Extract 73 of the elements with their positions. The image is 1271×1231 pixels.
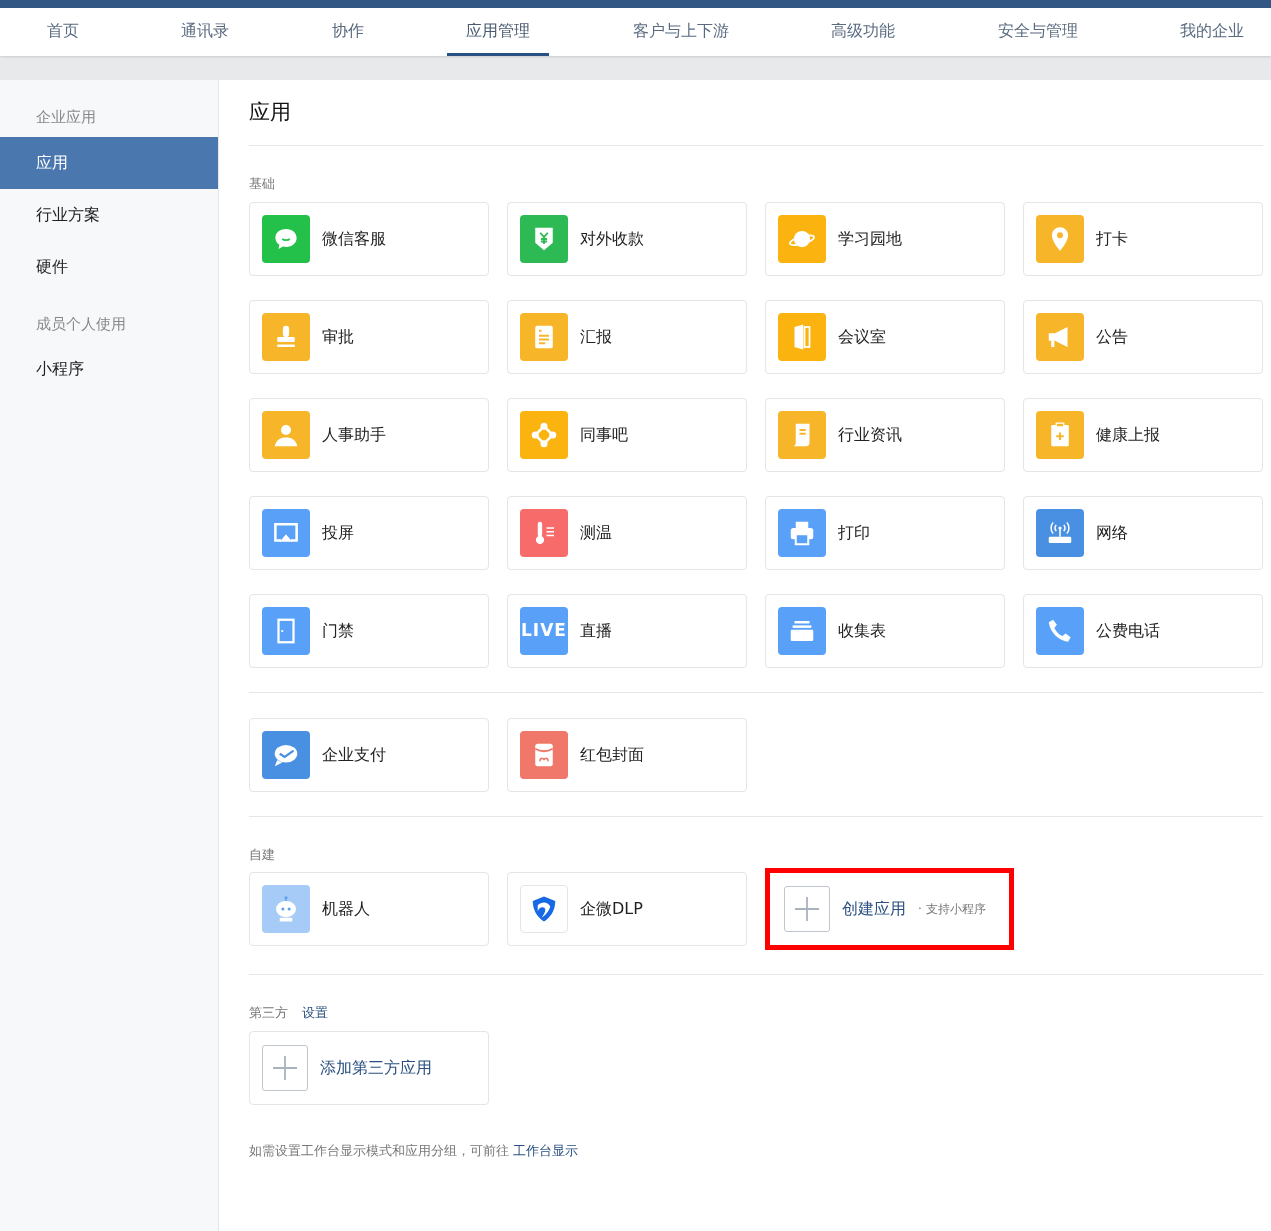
app-name: 网络 xyxy=(1096,521,1128,544)
app-name: 企业支付 xyxy=(322,743,386,766)
app-name: 收集表 xyxy=(838,619,886,642)
app-card[interactable]: 微信客服 xyxy=(249,201,489,276)
app-name: 直播 xyxy=(580,619,612,642)
nav-tab[interactable]: 首页 xyxy=(28,8,98,56)
app-name: 人事助手 xyxy=(322,423,386,446)
app-name: 微信客服 xyxy=(322,227,386,250)
settings-link[interactable]: 设置 xyxy=(302,1005,328,1021)
app-card[interactable]: 测温 xyxy=(507,495,747,570)
section-label: 自建 xyxy=(249,845,275,864)
app-card[interactable]: 打印 xyxy=(765,495,1005,570)
app-card[interactable]: 打卡 xyxy=(1023,201,1263,276)
sidebar-item[interactable]: 应用 xyxy=(0,136,218,189)
app-card[interactable]: 行业资讯 xyxy=(765,397,1005,472)
sidebar-heading: 企业应用 xyxy=(35,107,97,128)
app-card[interactable]: LIVE 直播 xyxy=(507,593,747,668)
live-icon: LIVE xyxy=(520,606,568,655)
sidebar-item[interactable]: 小程序 xyxy=(0,343,218,395)
footer-note: 如需设置工作台显示模式和应用分组，可前往 工作台显示 xyxy=(249,1141,580,1160)
section-label: 基础 xyxy=(249,175,275,194)
section-label: 第三方 xyxy=(249,1004,288,1023)
app-card[interactable]: 健康上报 xyxy=(1023,397,1263,472)
page-title: 应用 xyxy=(249,100,1263,147)
app-card[interactable]: 企业支付 xyxy=(249,717,489,792)
nav-tab[interactable]: 协作 xyxy=(312,8,383,56)
app-card[interactable]: 企微DLP xyxy=(507,872,747,947)
sidebar-item[interactable]: 行业方案 xyxy=(0,188,218,241)
plus-icon xyxy=(272,1054,298,1081)
sidebar-heading: 成员个人使用 xyxy=(35,313,127,335)
app-card[interactable]: 收集表 xyxy=(765,593,1005,668)
app-name: 测温 xyxy=(580,521,612,544)
app-card[interactable]: 网络 xyxy=(1023,495,1263,570)
app-name: 健康上报 xyxy=(1096,423,1160,446)
create-app-button[interactable]: 创建应用 · 支持小程序 xyxy=(765,868,1014,951)
nav-tab[interactable]: 高级功能 xyxy=(812,8,915,56)
app-card[interactable]: 公告 xyxy=(1023,299,1263,374)
app-name: 打卡 xyxy=(1096,227,1128,250)
app-name: 门禁 xyxy=(322,619,354,642)
app-name: 行业资讯 xyxy=(838,423,902,446)
app-card[interactable]: 审批 xyxy=(249,299,489,374)
app-name: 投屏 xyxy=(322,521,354,544)
app-name: 企微DLP xyxy=(580,898,643,921)
app-card[interactable]: 投屏 xyxy=(249,495,489,570)
app-card[interactable]: 对外收款 xyxy=(507,201,747,276)
app-card[interactable]: 人事助手 xyxy=(249,397,489,472)
app-card[interactable]: 会议室 xyxy=(765,299,1005,374)
app-name: 打印 xyxy=(838,521,870,544)
app-card[interactable]: 机器人 xyxy=(249,872,489,947)
nav-tab[interactable]: 我的企业 xyxy=(1160,8,1263,56)
workbench-link[interactable]: 工作台显示 xyxy=(513,1142,579,1158)
app-name: 对外收款 xyxy=(580,227,644,250)
app-card[interactable]: 门禁 xyxy=(249,593,489,668)
app-card[interactable]: 学习园地 xyxy=(765,201,1005,276)
sidebar-item[interactable]: 硬件 xyxy=(0,240,218,293)
app-card[interactable]: 汇报 xyxy=(507,299,747,374)
app-name: 公告 xyxy=(1096,325,1128,348)
nav-tab[interactable]: 安全与管理 xyxy=(978,8,1097,56)
nav-tab[interactable]: 通讯录 xyxy=(162,8,249,56)
app-card[interactable]: 同事吧 xyxy=(507,397,747,472)
nav-tab[interactable]: 客户与上下游 xyxy=(613,8,748,56)
app-name: 机器人 xyxy=(322,898,370,921)
app-card[interactable]: 公费电话 xyxy=(1023,593,1263,668)
app-name: 学习园地 xyxy=(838,227,902,250)
app-name: 公费电话 xyxy=(1096,619,1160,642)
app-name: 同事吧 xyxy=(580,423,628,446)
add-app-button[interactable]: 添加第三方应用 xyxy=(249,1030,489,1105)
plus-icon xyxy=(794,896,820,923)
app-name: 审批 xyxy=(322,325,354,348)
app-name: 会议室 xyxy=(838,325,886,348)
app-name: 汇报 xyxy=(580,325,612,348)
app-card[interactable]: 红包封面 xyxy=(507,717,747,792)
app-name: 红包封面 xyxy=(580,743,644,766)
